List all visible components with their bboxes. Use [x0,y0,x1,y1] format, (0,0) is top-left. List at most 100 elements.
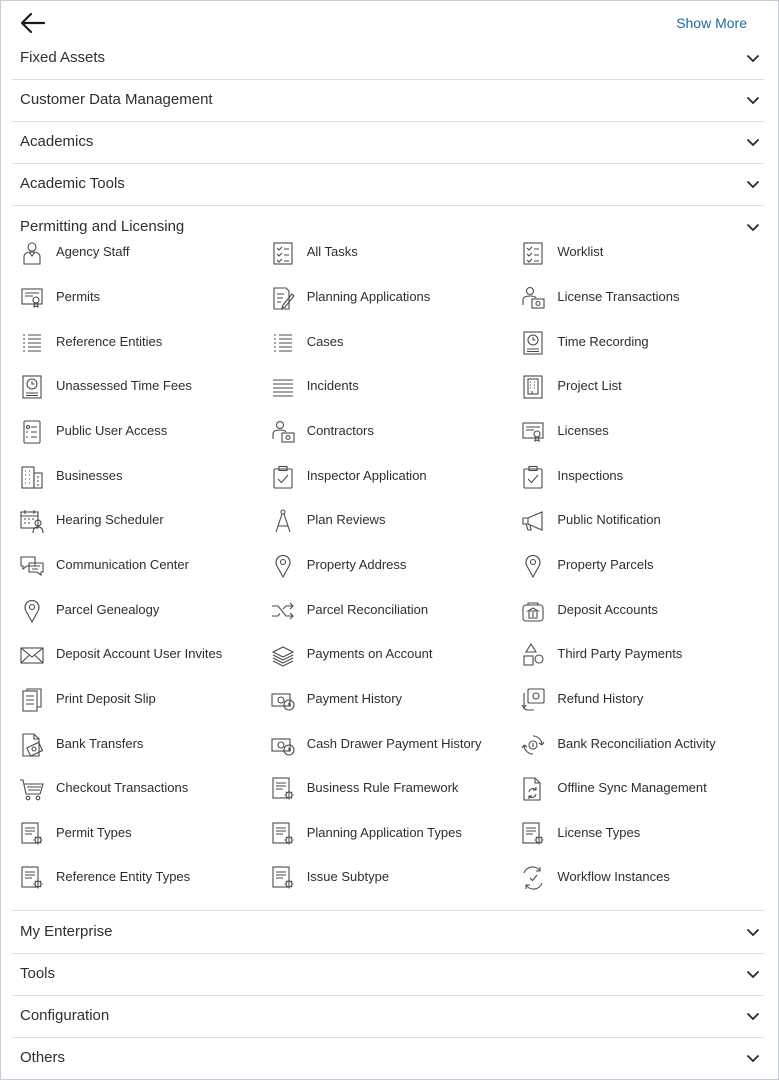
menu-item-offline-sync-management[interactable]: Offline Sync Management [513,771,761,805]
menu-item-inspections[interactable]: Inspections [513,459,761,493]
menu-item-bank-transfers[interactable]: Bank Transfers [12,727,260,761]
menu-item-label: Issue Subtype [306,869,390,884]
section-others[interactable]: Others [12,1037,764,1079]
section-label: Academic Tools [20,175,125,192]
menu-item-issue-subtype[interactable]: Issue Subtype [263,860,511,894]
document-gear-icon [19,865,45,891]
menu-item-label: Cash Drawer Payment History [306,736,482,751]
menu-item-label: Business Rule Framework [306,780,459,795]
menu-item-label: Print Deposit Slip [56,691,156,706]
menu-item-permit-types[interactable]: Permit Types [12,816,260,850]
compass-icon [270,508,296,534]
menu-item-workflow-instances[interactable]: Workflow Instances [513,860,761,894]
menu-item-print-deposit-slip[interactable]: Print Deposit Slip [12,682,260,716]
menu-item-parcel-reconciliation[interactable]: Parcel Reconciliation [263,593,511,627]
menu-item-reference-entities[interactable]: Reference Entities [12,325,260,359]
section-configuration[interactable]: Configuration [12,995,764,1038]
menu-item-label: Communication Center [56,557,189,572]
app-frame: Show More Fixed Assets Customer Data Man… [0,0,779,1080]
menu-item-all-tasks[interactable]: All Tasks [263,235,511,269]
edit-document-icon [270,285,296,311]
section-my-enterprise[interactable]: My Enterprise [12,911,764,954]
show-more-link[interactable]: Show More [676,15,747,31]
menu-item-worklist[interactable]: Worklist [513,235,761,269]
document-gear-icon [270,776,296,802]
cart-icon [19,776,45,802]
menu-item-payments-on-account[interactable]: Payments on Account [263,637,511,671]
menu-item-businesses[interactable]: Businesses [12,459,260,493]
menu-item-label: Incidents [306,378,359,393]
menu-item-incidents[interactable]: Incidents [263,369,511,403]
section-label: Customer Data Management [20,91,213,108]
certificate-icon [520,419,546,445]
chat-icon [19,553,45,579]
menu-item-refund-history[interactable]: Refund History [513,682,761,716]
menu-item-checkout-transactions[interactable]: Checkout Transactions [12,771,260,805]
menu-item-planning-application-types[interactable]: Planning Application Types [263,816,511,850]
person-certificate-icon [270,419,296,445]
menu-item-unassessed-time-fees[interactable]: Unassessed Time Fees [12,369,260,403]
chevron-down-icon [746,925,760,939]
menu-item-hearing-scheduler[interactable]: Hearing Scheduler [12,503,260,537]
document-gear-icon [19,821,45,847]
menu-item-plan-reviews[interactable]: Plan Reviews [263,503,511,537]
calendar-people-icon [19,508,45,534]
clock-document-icon [19,374,45,400]
building-icon [19,464,45,490]
menu-item-bank-reconciliation-activity[interactable]: Bank Reconciliation Activity [513,727,761,761]
lines-icon [270,374,296,400]
section-customer-data-management[interactable]: Customer Data Management [12,79,764,122]
chevron-down-icon [746,220,760,234]
megaphone-icon [520,508,546,534]
certificate-icon [19,285,45,311]
menu-item-project-list[interactable]: Project List [513,369,761,403]
menu-item-cash-drawer-payment-history[interactable]: Cash Drawer Payment History [263,727,511,761]
menu-item-permits[interactable]: Permits [12,280,260,314]
menu-item-parcel-genealogy[interactable]: Parcel Genealogy [12,593,260,627]
menu-item-license-transactions[interactable]: License Transactions [513,280,761,314]
menu-item-agency-staff[interactable]: Agency Staff [12,235,260,269]
menu-item-label: Agency Staff [56,244,130,259]
menu-item-label: Offline Sync Management [557,780,707,795]
menu-item-business-rule-framework[interactable]: Business Rule Framework [263,771,511,805]
section-tools[interactable]: Tools [12,953,764,996]
menu-item-payment-history[interactable]: Payment History [263,682,511,716]
menu-item-label: Planning Application Types [306,825,462,840]
menu-item-deposit-accounts[interactable]: Deposit Accounts [513,593,761,627]
menu-item-label: Bank Transfers [56,736,144,751]
menu-item-label: Inspections [557,468,624,483]
section-fixed-assets[interactable]: Fixed Assets [12,37,764,80]
menu-item-public-user-access[interactable]: Public User Access [12,414,260,448]
menu-item-inspector-application[interactable]: Inspector Application [263,459,511,493]
menu-item-contractors[interactable]: Contractors [263,414,511,448]
section-label: Configuration [20,1007,110,1024]
menu-item-label: Hearing Scheduler [56,512,164,527]
menu-item-label: Permits [56,289,101,304]
document-gear-icon [520,821,546,847]
menu-item-license-types[interactable]: License Types [513,816,761,850]
sync-document-icon [520,776,546,802]
back-arrow-icon[interactable] [19,11,47,35]
bank-icon [520,598,546,624]
menu-item-communication-center[interactable]: Communication Center [12,548,260,582]
menu-item-property-address[interactable]: Property Address [263,548,511,582]
menu-item-reference-entity-types[interactable]: Reference Entity Types [12,860,260,894]
menu-item-label: Reference Entity Types [56,869,191,884]
menu-item-label: Property Parcels [557,557,654,572]
menu-item-public-notification[interactable]: Public Notification [513,503,761,537]
menu-item-third-party-payments[interactable]: Third Party Payments [513,637,761,671]
menu-item-property-parcels[interactable]: Property Parcels [513,548,761,582]
menu-item-licenses[interactable]: Licenses [513,414,761,448]
menu-item-planning-applications[interactable]: Planning Applications [263,280,511,314]
section-academic-tools[interactable]: Academic Tools [12,163,764,206]
section-academics[interactable]: Academics [12,121,764,164]
menu-item-label: Deposit Accounts [557,602,658,617]
menu-item-time-recording[interactable]: Time Recording [513,325,761,359]
menu-item-label: Third Party Payments [557,646,683,661]
menu-item-deposit-account-user-invites[interactable]: Deposit Account User Invites [12,637,260,671]
menu-item-cases[interactable]: Cases [263,325,511,359]
checklist-icon [270,240,296,266]
menu-item-label: Inspector Application [306,468,427,483]
document-money-icon [19,732,45,758]
shuffle-icon [270,598,296,624]
